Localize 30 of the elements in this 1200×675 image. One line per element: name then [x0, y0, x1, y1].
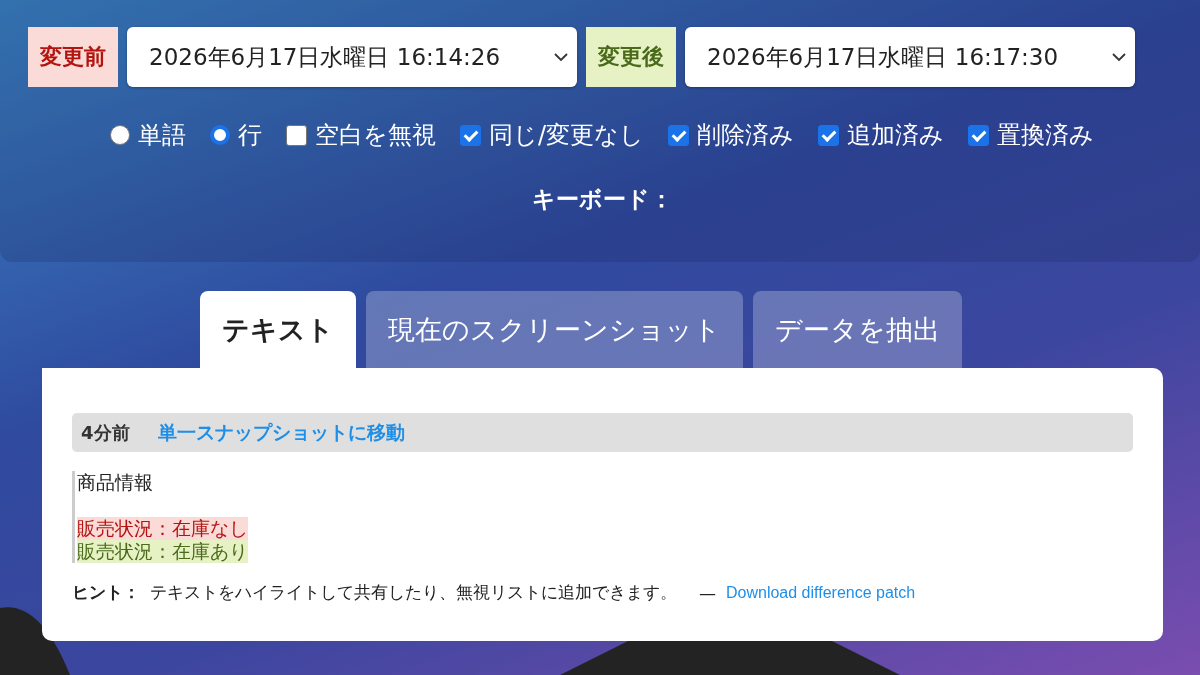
keyboard-label: キーボード： [531, 186, 673, 212]
option-label[interactable]: 行 [237, 119, 262, 151]
chevron-icon [553, 52, 569, 62]
option-label[interactable]: 削除済み [697, 119, 795, 151]
checkbox[interactable] [285, 124, 307, 146]
tab[interactable]: データを抽出 [753, 291, 962, 368]
checkbox[interactable] [459, 124, 481, 146]
separator: — [699, 582, 716, 603]
snapshot-select[interactable]: 2026年6月17日水曜日 16:14:26 [127, 27, 577, 87]
checkbox[interactable] [818, 124, 840, 146]
version-label: 変更後 [586, 27, 676, 87]
snapshot-age: 4分前 [81, 420, 130, 445]
checkbox[interactable] [968, 124, 990, 146]
tab[interactable]: 現在のスクリーンショット [366, 291, 743, 368]
checkbox[interactable] [668, 124, 690, 146]
diff-line: 商品情報 [77, 471, 153, 494]
hint-label: ヒント： [72, 581, 140, 604]
option-label[interactable]: 置換済み [997, 119, 1095, 151]
option-label[interactable]: 同じ/変更なし [488, 119, 645, 151]
option-label[interactable]: 単語 [137, 119, 186, 151]
version-label: 変更前 [28, 27, 118, 87]
option-label[interactable]: 空白を無視 [314, 119, 436, 151]
chevron-icon [1111, 52, 1127, 62]
tab[interactable]: テキスト [200, 291, 356, 368]
radio-button[interactable] [209, 125, 230, 145]
option-label[interactable]: 追加済み [847, 119, 945, 151]
radio-button[interactable] [109, 125, 130, 145]
snapshot-select[interactable]: 2026年6月17日水曜日 16:17:30 [685, 27, 1135, 87]
download-link[interactable]: Download difference patch [726, 583, 916, 602]
hint-text: テキストをハイライトして共有したり、無視リストに追加できます。 [150, 581, 677, 604]
